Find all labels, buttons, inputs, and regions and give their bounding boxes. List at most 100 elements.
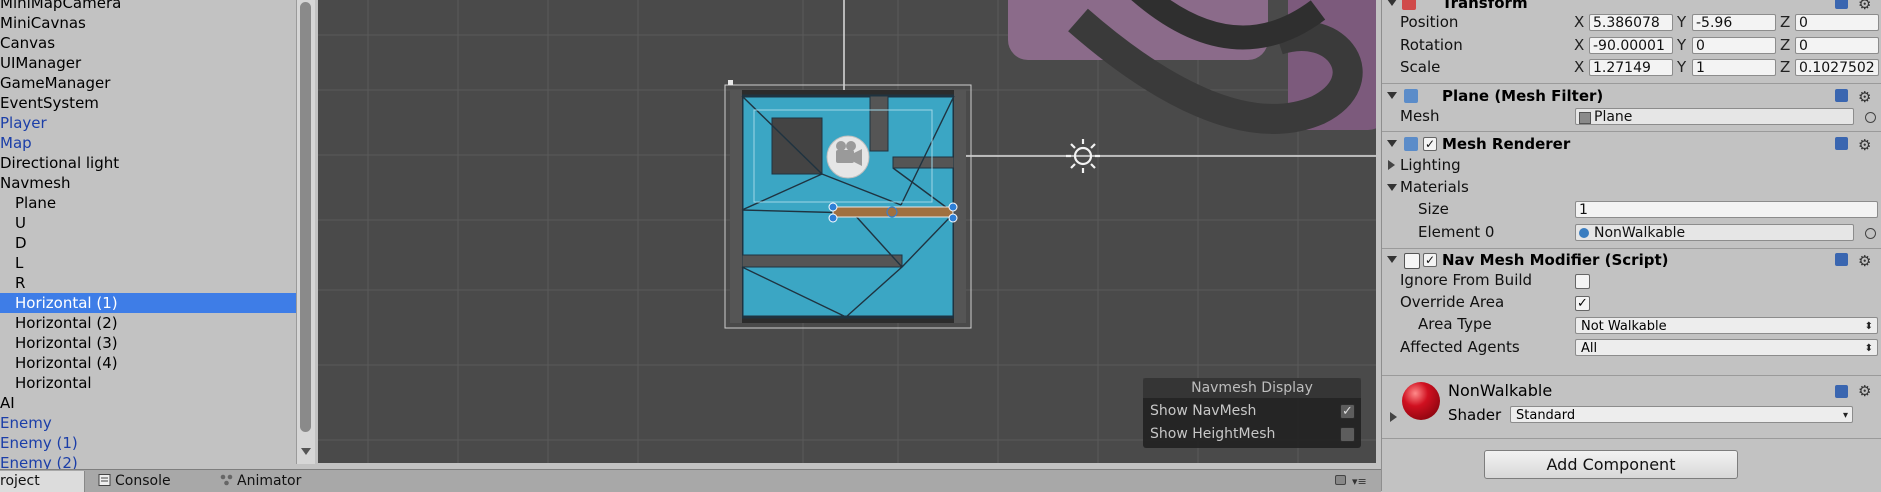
hierarchy-item[interactable]: U [0, 213, 296, 233]
mesh-renderer-header[interactable]: ✓ Mesh Renderer ⚙ [1382, 133, 1881, 155]
fold-arrow-icon[interactable] [1387, 0, 1397, 6]
gear-icon[interactable]: ⚙ [1858, 134, 1871, 156]
gear-icon[interactable]: ⚙ [1858, 250, 1871, 272]
help-book-icon[interactable] [1835, 89, 1848, 102]
hierarchy-item[interactable]: Enemy [0, 413, 296, 433]
script-icon [1404, 253, 1420, 269]
hierarchy-item[interactable]: Horizontal (1) [0, 293, 296, 313]
tab-animator[interactable]: Animator [220, 471, 301, 492]
show-navmesh-label: Show NavMesh [1150, 403, 1257, 419]
gear-icon[interactable]: ⚙ [1858, 86, 1871, 108]
show-navmesh-checkbox[interactable]: ✓ [1340, 404, 1355, 419]
hierarchy-item[interactable]: Player [0, 113, 296, 133]
hierarchy-item-label: Enemy (1) [0, 434, 78, 452]
hierarchy-item[interactable]: Navmesh [0, 173, 296, 193]
animator-icon [220, 474, 233, 486]
rotation-x-field[interactable]: -90.00001 [1589, 37, 1673, 54]
position-z-field[interactable]: 0 [1795, 14, 1879, 31]
ignore-from-build-checkbox[interactable] [1575, 274, 1590, 289]
scroll-down-arrow-icon[interactable] [301, 448, 311, 455]
shader-dropdown[interactable]: Standard ▾ [1510, 406, 1853, 423]
hierarchy-item[interactable]: UIManager [0, 53, 296, 73]
lock-icon[interactable] [1335, 475, 1346, 485]
hierarchy-item[interactable]: Horizontal (3) [0, 333, 296, 353]
fold-arrow-icon[interactable] [1387, 256, 1397, 263]
element-0-field[interactable]: NonWalkable [1575, 224, 1854, 241]
scale-label: Scale [1400, 58, 1441, 76]
affected-agents-dropdown[interactable]: All ⬍ [1575, 339, 1878, 356]
shader-label: Shader [1448, 406, 1502, 424]
size-label: Size [1418, 200, 1449, 218]
hierarchy-item[interactable]: Directional light [0, 153, 296, 173]
object-picker-icon[interactable] [1865, 112, 1876, 123]
hierarchy-item-label: Navmesh [0, 174, 71, 192]
hierarchy-item[interactable]: Map [0, 133, 296, 153]
hierarchy-item[interactable]: L [0, 253, 296, 273]
position-y-field[interactable]: -5.96 [1692, 14, 1776, 31]
scale-y-field[interactable]: 1 [1692, 59, 1776, 76]
scrollbar-thumb[interactable] [300, 2, 311, 432]
hierarchy-item[interactable]: Enemy (1) [0, 433, 296, 453]
tab-project[interactable]: roject [0, 471, 85, 492]
hierarchy-item[interactable]: Horizontal (2) [0, 313, 296, 333]
help-book-icon[interactable] [1835, 385, 1848, 398]
rotation-label: Rotation [1400, 36, 1463, 54]
hierarchy-item[interactable]: EventSystem [0, 93, 296, 113]
hierarchy-item-label: Canvas [0, 34, 56, 52]
ignore-from-build-label: Ignore From Build [1400, 271, 1533, 289]
rotation-z-field[interactable]: 0 [1795, 37, 1879, 54]
scene-view[interactable]: Navmesh Display Show NavMesh ✓ Show Heig… [318, 0, 1376, 463]
scale-x-field[interactable]: 1.27149 [1589, 59, 1673, 76]
hierarchy-item[interactable]: AI [0, 393, 296, 413]
gear-icon[interactable]: ⚙ [1858, 0, 1871, 15]
hierarchy-item[interactable]: D [0, 233, 296, 253]
help-book-icon[interactable] [1835, 253, 1848, 266]
fold-arrow-icon[interactable] [1387, 184, 1397, 191]
nav-mesh-modifier-title: Nav Mesh Modifier (Script) [1442, 251, 1669, 269]
fold-arrow-icon[interactable] [1387, 140, 1397, 147]
header-icons: ⚙ [1835, 136, 1877, 154]
console-icon [98, 474, 111, 486]
fold-arrow-icon[interactable] [1388, 160, 1395, 170]
hierarchy-item[interactable]: Plane [0, 193, 296, 213]
hierarchy-item[interactable]: GameManager [0, 73, 296, 93]
scale-z-field[interactable]: 0.1027502 [1795, 59, 1879, 76]
rotation-y-field[interactable]: 0 [1692, 37, 1776, 54]
hierarchy-item[interactable]: MiniMapCamera [0, 0, 296, 13]
material-preview-sphere[interactable] [1402, 382, 1440, 420]
hierarchy-item[interactable]: Canvas [0, 33, 296, 53]
add-component-button[interactable]: Add Component [1484, 450, 1738, 479]
position-x-field[interactable]: 5.386078 [1589, 14, 1673, 31]
show-heightmesh-label: Show HeightMesh [1150, 426, 1276, 442]
object-picker-icon[interactable] [1865, 228, 1876, 239]
hierarchy-scrollbar[interactable] [296, 0, 315, 464]
hierarchy-item[interactable]: Horizontal [0, 373, 296, 393]
override-area-checkbox[interactable]: ✓ [1575, 296, 1590, 311]
show-navmesh-row[interactable]: Show NavMesh ✓ [1150, 401, 1355, 421]
show-heightmesh-row[interactable]: Show HeightMesh [1150, 424, 1355, 444]
hierarchy-item-label: AI [0, 394, 15, 412]
help-book-icon[interactable] [1835, 137, 1848, 150]
nav-mesh-modifier-header[interactable]: ✓ Nav Mesh Modifier (Script) ⚙ [1382, 249, 1881, 271]
materials-size-field[interactable]: 1 [1575, 201, 1878, 218]
show-heightmesh-checkbox[interactable] [1340, 427, 1355, 442]
area-type-dropdown[interactable]: Not Walkable ⬍ [1575, 317, 1878, 334]
hierarchy-item[interactable]: MiniCavnas [0, 13, 296, 33]
position-z-label: Z [1780, 13, 1791, 31]
hierarchy-item-label: Horizontal [15, 374, 92, 392]
panel-menu-icon[interactable]: ▾≡ [1352, 475, 1367, 488]
mesh-field[interactable]: Plane [1575, 108, 1854, 125]
gear-icon[interactable]: ⚙ [1858, 382, 1871, 400]
tab-console[interactable]: Console [98, 471, 171, 492]
help-book-icon[interactable] [1835, 0, 1848, 9]
fold-arrow-icon[interactable] [1390, 412, 1397, 422]
hierarchy-item-label: D [15, 234, 27, 252]
hierarchy-item-label: MiniCavnas [0, 14, 86, 32]
fold-arrow-icon[interactable] [1387, 92, 1397, 99]
mesh-renderer-enabled-checkbox[interactable]: ✓ [1423, 137, 1437, 151]
mesh-filter-header[interactable]: Plane (Mesh Filter) ⚙ [1382, 85, 1881, 107]
nav-mesh-modifier-enabled-checkbox[interactable]: ✓ [1423, 253, 1437, 267]
hierarchy-item[interactable]: Horizontal (4) [0, 353, 296, 373]
hierarchy-item[interactable]: R [0, 273, 296, 293]
hierarchy-item[interactable]: Enemy (2) [0, 453, 296, 469]
